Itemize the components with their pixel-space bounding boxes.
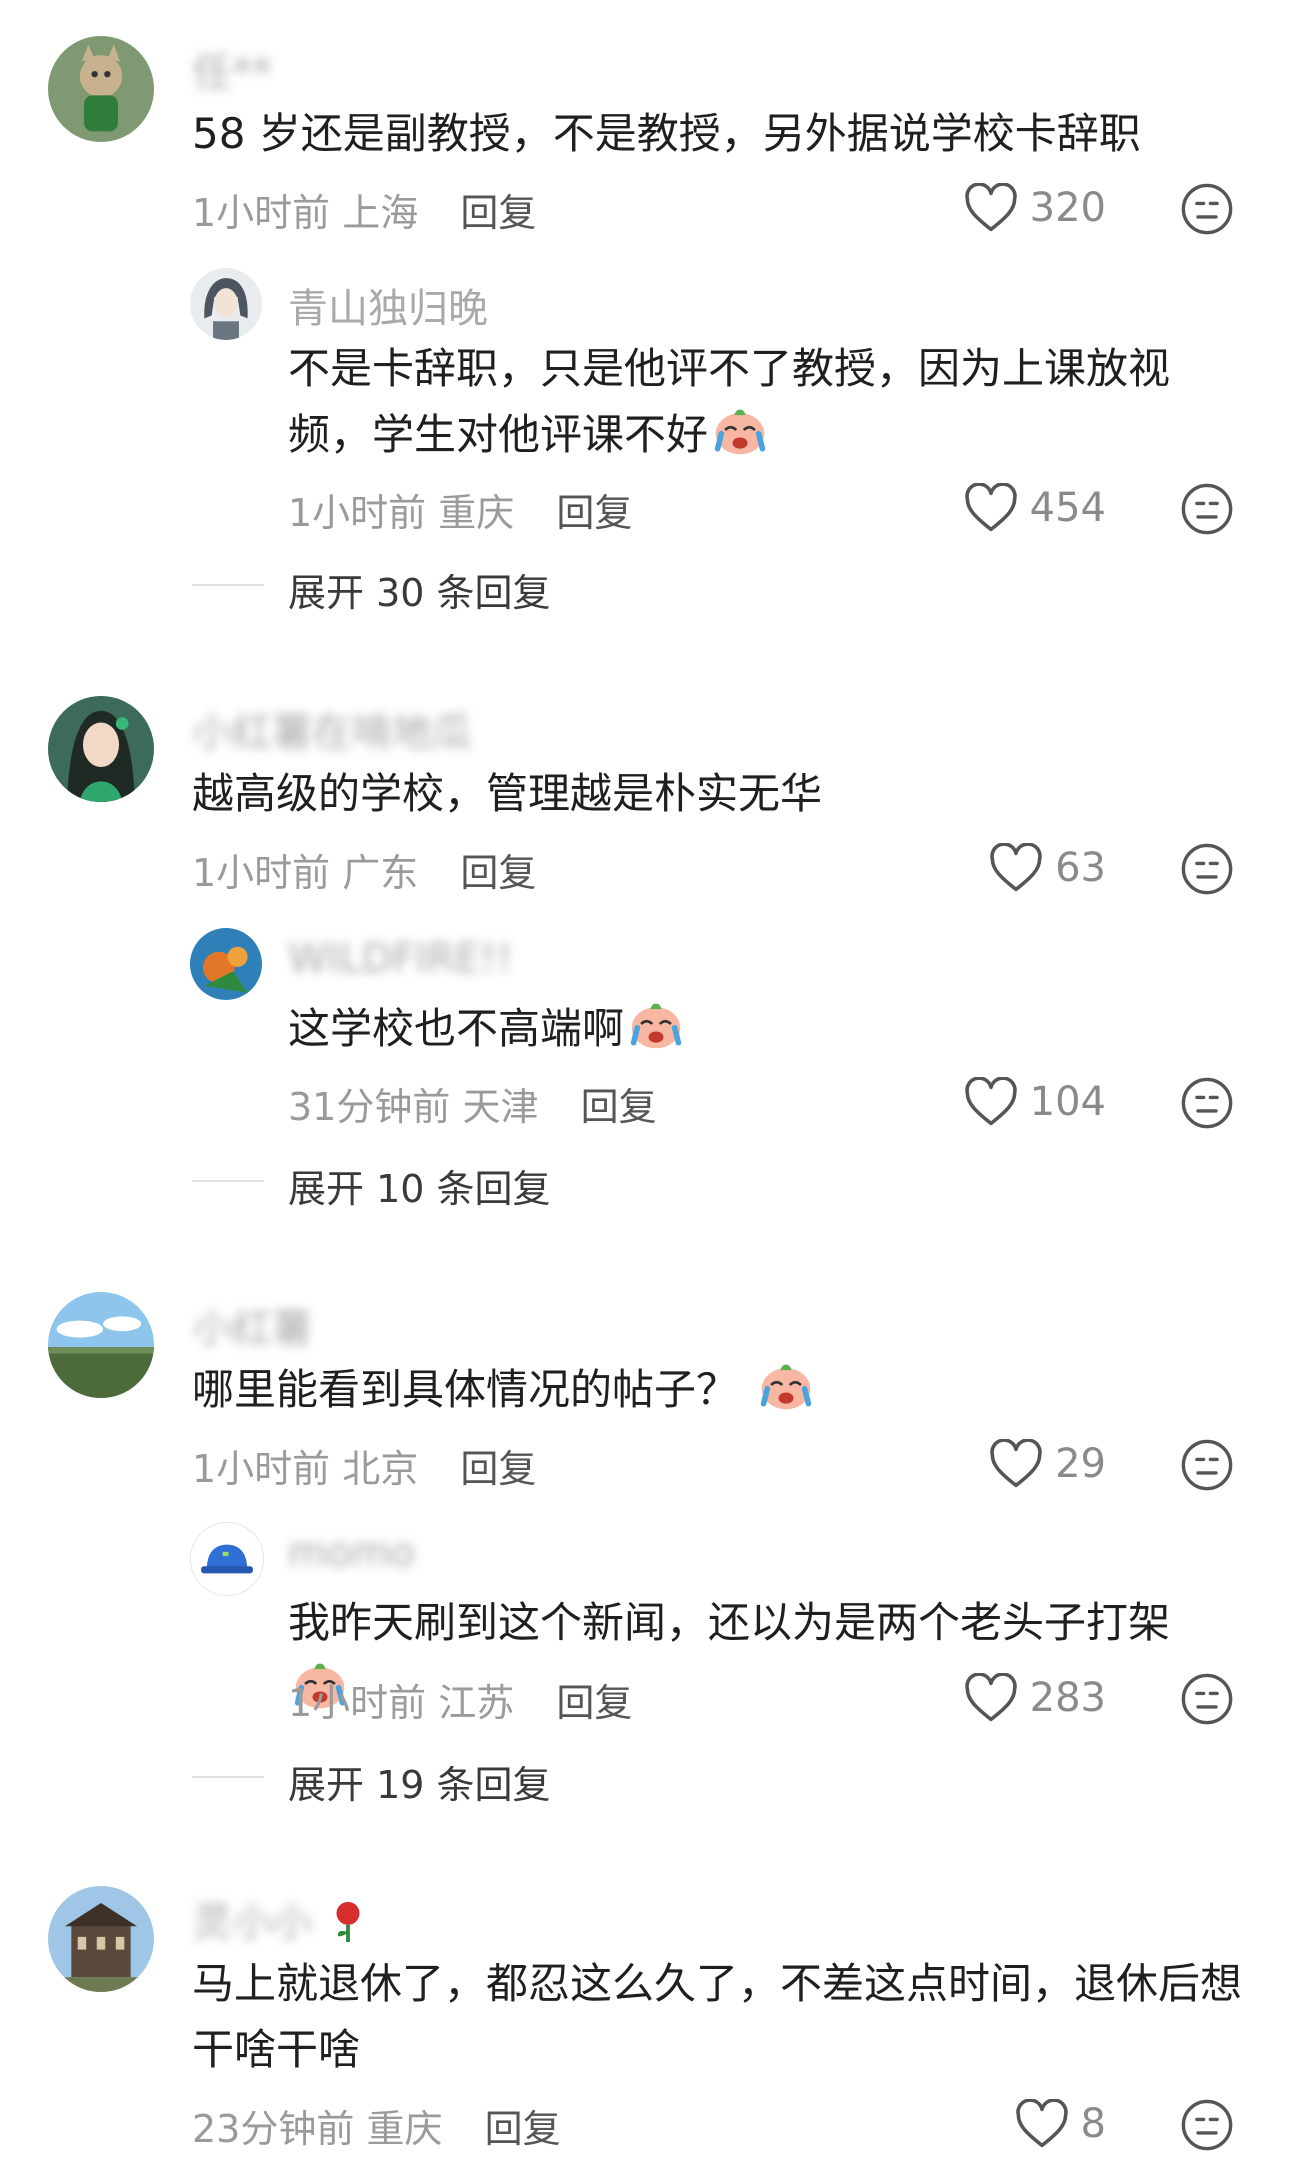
username[interactable]: 任**: [192, 40, 272, 98]
like-count: 8: [1080, 2101, 1106, 2147]
reply-button[interactable]: 回复: [556, 1681, 632, 1725]
comment-location: 上海: [342, 191, 419, 235]
comment-meta: 1小时前 北京 回复: [192, 1438, 536, 1493]
comment-text: 58 岁还是副教授，不是教授，另外据说学校卡辞职: [192, 109, 1141, 158]
username[interactable]: momo: [288, 1530, 415, 1576]
crying-face-emoji: [760, 1364, 812, 1410]
comment-location: 北京: [342, 1447, 419, 1491]
avatar-image: [191, 1523, 263, 1595]
comment-location: 广东: [342, 851, 419, 895]
avatar[interactable]: [48, 36, 154, 142]
neutral-face-icon[interactable]: [1180, 2098, 1234, 2152]
comment-meta: 1小时前 上海 回复: [192, 182, 536, 237]
reply-location: 江苏: [438, 1681, 515, 1725]
divider: [192, 1180, 264, 1182]
like-count: 104: [1029, 1079, 1106, 1125]
comment-meta: 23分钟前 重庆 回复: [192, 2098, 561, 2153]
comment-text: 马上就退休了，都忍这么久了，不差这点时间，退休后想干啥干啥: [192, 1959, 1243, 2074]
comment-time: 1小时前: [192, 851, 331, 895]
like-count: 320: [1029, 185, 1106, 231]
avatar-image: [190, 928, 262, 1000]
username[interactable]: 小红薯在啃地瓜: [192, 700, 472, 758]
rose-icon: [336, 1901, 360, 1943]
reply-button[interactable]: 回复: [581, 1085, 657, 1129]
comment-time: 23分钟前: [192, 2107, 355, 2151]
divider: [192, 1776, 264, 1778]
heart-outline-icon: [964, 183, 1017, 232]
avatar[interactable]: [190, 268, 262, 340]
expand-replies-button[interactable]: 展开 30 条回复: [288, 562, 551, 617]
heart-outline-icon: [964, 1673, 1017, 1722]
expand-replies-button[interactable]: 展开 10 条回复: [288, 1158, 551, 1213]
like-button[interactable]: 320: [964, 180, 1106, 236]
neutral-face-icon[interactable]: [1180, 1076, 1234, 1130]
reply-time: 31分钟前: [288, 1085, 451, 1129]
like-button[interactable]: 104: [964, 1074, 1106, 1130]
avatar-image: [48, 36, 154, 142]
like-button[interactable]: 63: [989, 840, 1106, 896]
comment-meta: 1小时前 广东 回复: [192, 842, 536, 897]
like-button[interactable]: 8: [1015, 2096, 1106, 2152]
like-count: 29: [1055, 1441, 1106, 1487]
reply-button[interactable]: 回复: [556, 491, 632, 535]
heart-outline-icon: [964, 1077, 1017, 1126]
like-count: 454: [1029, 485, 1106, 531]
reply-button[interactable]: 回复: [460, 1447, 536, 1491]
comment-time: 1小时前: [192, 191, 331, 235]
username[interactable]: WILDFIRE!!: [288, 936, 512, 982]
avatar[interactable]: [48, 1886, 154, 1992]
neutral-face-icon[interactable]: [1180, 1438, 1234, 1492]
reply-location: 天津: [462, 1085, 539, 1129]
reply-button[interactable]: 回复: [485, 2107, 561, 2151]
neutral-face-icon[interactable]: [1180, 482, 1234, 536]
reply-meta: 1小时前 江苏 回复: [288, 1672, 632, 1727]
neutral-face-icon[interactable]: [1180, 842, 1234, 896]
heart-outline-icon: [990, 843, 1042, 892]
username[interactable]: 灵小小: [192, 1890, 371, 1948]
avatar-image: [48, 1886, 154, 1992]
like-count: 63: [1055, 845, 1106, 891]
comment-text: 哪里能看到具体情况的帖子？: [192, 1357, 1232, 1423]
username[interactable]: 小红薯: [192, 1296, 312, 1354]
avatar[interactable]: [48, 696, 154, 802]
reply-meta: 1小时前 重庆 回复: [288, 482, 632, 537]
reply-button[interactable]: 回复: [460, 191, 536, 235]
reply-button[interactable]: 回复: [460, 851, 536, 895]
neutral-face-icon[interactable]: [1180, 1672, 1234, 1726]
heart-outline-icon: [1015, 2099, 1068, 2148]
like-button[interactable]: 283: [964, 1670, 1106, 1726]
heart-outline-icon: [964, 483, 1017, 532]
expand-replies-button[interactable]: 展开 19 条回复: [288, 1754, 551, 1809]
reply-time: 1小时前: [288, 1681, 427, 1725]
comment-time: 1小时前: [192, 1447, 331, 1491]
avatar-image: [190, 268, 262, 340]
comment-text: 越高级的学校，管理越是朴实无华: [192, 769, 823, 818]
like-count: 283: [1029, 1675, 1106, 1721]
username[interactable]: 青山独归晚: [288, 276, 488, 334]
avatar-image: [48, 1292, 154, 1398]
crying-face-emoji: [714, 409, 766, 455]
avatar-image: [48, 696, 154, 802]
comment-location: 重庆: [366, 2107, 443, 2151]
reply-text: 这学校也不高端啊: [288, 996, 1188, 1062]
avatar[interactable]: [48, 1292, 154, 1398]
like-button[interactable]: 454: [964, 480, 1106, 536]
heart-outline-icon: [990, 1439, 1042, 1488]
avatar[interactable]: [190, 928, 262, 1000]
avatar[interactable]: [190, 1522, 264, 1596]
reply-meta: 31分钟前 天津 回复: [288, 1076, 657, 1131]
divider: [192, 584, 264, 586]
like-button[interactable]: 29: [989, 1436, 1106, 1492]
reply-location: 重庆: [438, 491, 515, 535]
neutral-face-icon[interactable]: [1180, 182, 1234, 236]
reply-text: 不是卡辞职，只是他评不了教授，因为上课放视频，学生对他评课不好: [288, 344, 1171, 459]
crying-face-emoji: [630, 1003, 682, 1049]
reply-time: 1小时前: [288, 491, 427, 535]
